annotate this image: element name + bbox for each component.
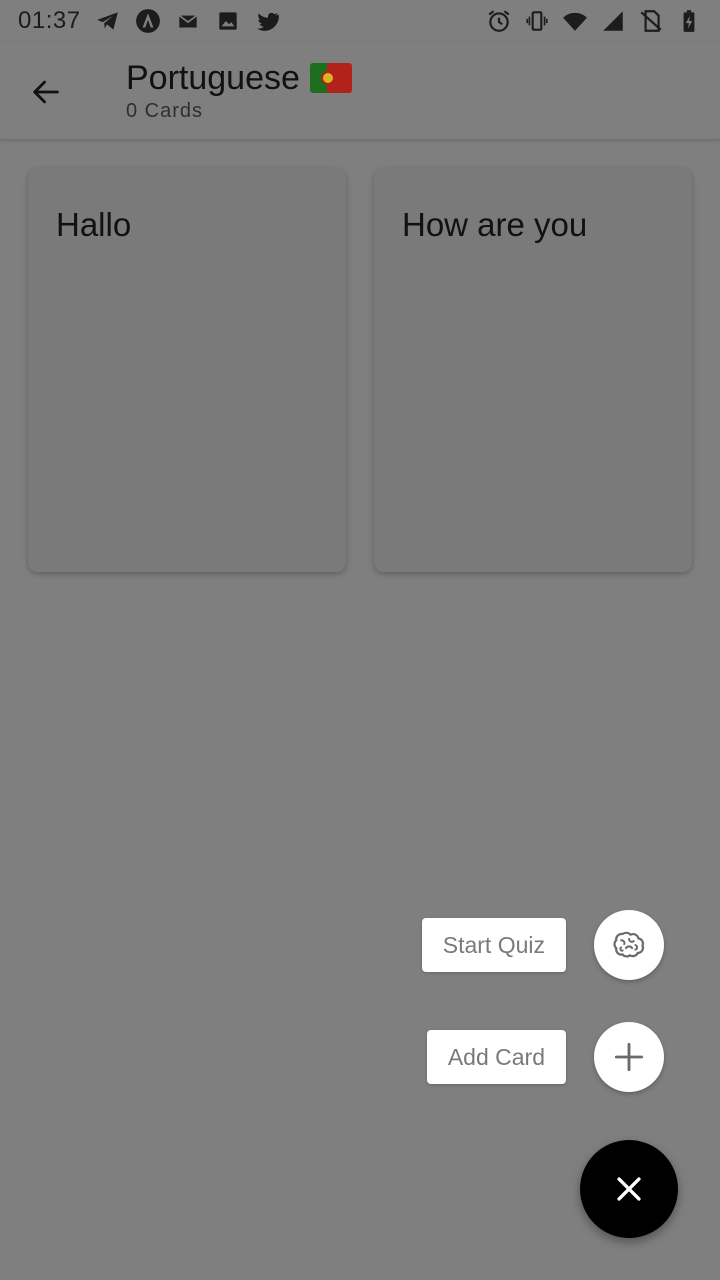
- arrow-back-icon: [33, 80, 59, 104]
- image-icon: [215, 8, 241, 34]
- plus-icon: [614, 1042, 644, 1072]
- app-bar: Portuguese 0 Cards: [0, 42, 720, 140]
- add-card-action: Add Card: [426, 1022, 664, 1092]
- no-sim-icon: [638, 8, 664, 34]
- alarm-icon: [486, 8, 512, 34]
- signal-icon: [600, 8, 626, 34]
- vibrate-icon: [524, 8, 550, 34]
- status-time: 01:37: [18, 7, 81, 34]
- close-icon: [617, 1177, 641, 1201]
- card-text: Hallo: [56, 206, 132, 243]
- add-card-label[interactable]: Add Card: [426, 1030, 566, 1084]
- start-quiz-button[interactable]: [594, 910, 664, 980]
- mail-icon: [175, 8, 201, 34]
- card-count: 0 Cards: [126, 100, 204, 122]
- system-icons: [486, 8, 702, 34]
- close-menu-button[interactable]: [580, 1140, 678, 1238]
- page-title: Portuguese: [126, 58, 352, 98]
- notification-icons: [95, 8, 281, 34]
- portugal-flag-icon: [309, 63, 352, 93]
- back-button[interactable]: [20, 66, 72, 118]
- flash-card[interactable]: Hallo: [28, 168, 346, 572]
- brain-icon: [613, 931, 645, 958]
- cards-grid: Hallo How are you: [28, 168, 692, 572]
- status-bar: 01:37: [0, 0, 720, 42]
- twitter-icon: [255, 8, 281, 34]
- start-quiz-action: Start Quiz: [421, 910, 664, 980]
- card-text: How are you: [402, 206, 588, 243]
- telegram-icon: [95, 8, 121, 34]
- wifi-icon: [562, 8, 588, 34]
- start-quiz-label[interactable]: Start Quiz: [421, 918, 566, 972]
- arch-icon: [135, 8, 161, 34]
- flash-card[interactable]: How are you: [374, 168, 692, 572]
- battery-charging-icon: [676, 8, 702, 34]
- title-block: Portuguese 0 Cards: [126, 58, 352, 123]
- add-card-button[interactable]: [594, 1022, 664, 1092]
- deck-name: Portuguese: [126, 59, 300, 97]
